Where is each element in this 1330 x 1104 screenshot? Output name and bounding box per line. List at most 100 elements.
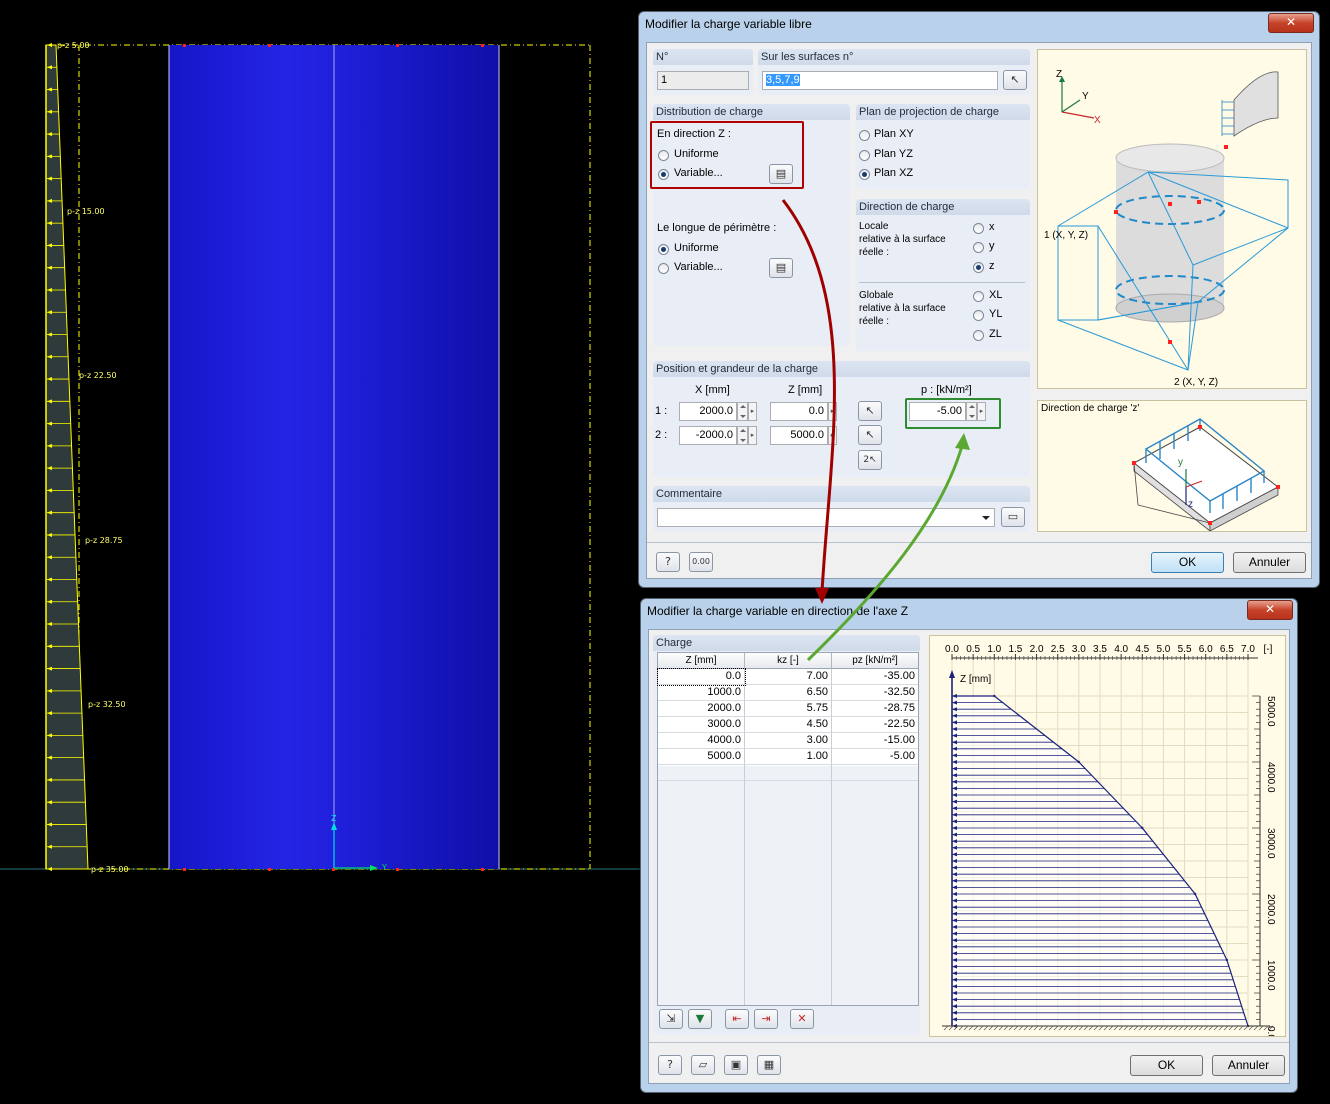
table-tool-button[interactable]: ⇲: [659, 1009, 683, 1029]
dir-y-radio[interactable]: [973, 242, 984, 253]
pick-surfaces-button[interactable]: ↖: [1003, 70, 1027, 90]
ok-button[interactable]: OK: [1151, 552, 1224, 573]
ground-hatch: [973, 1025, 979, 1031]
units-button[interactable]: 0.00: [689, 552, 713, 572]
col-p-header: p : [kN/m²]: [921, 384, 972, 396]
y-tick-label: 5000.0: [1265, 696, 1276, 727]
open-button[interactable]: ▱: [691, 1055, 715, 1075]
col-header-p: pz [kN/m²]: [832, 653, 918, 669]
model-viewport[interactable]: Z Y p-z 5.00 p-z 15.00 p-z 22.50 p-z 28.…: [0, 0, 640, 1104]
append-row-button[interactable]: ⇥: [754, 1009, 778, 1029]
chevron-down-icon[interactable]: [982, 516, 990, 520]
table-cell[interactable]: 1.00: [745, 749, 832, 765]
dir-z-label: z: [989, 260, 995, 272]
table-cell[interactable]: [658, 765, 745, 781]
row1-z-field[interactable]: 0.0: [770, 402, 828, 421]
save-button[interactable]: ▣: [724, 1055, 748, 1075]
plane-xz-radio[interactable]: [859, 169, 870, 180]
row2-pick-button[interactable]: ↖: [858, 425, 882, 445]
table-cell[interactable]: 4000.0: [658, 733, 745, 749]
comment-title: Commentaire: [653, 486, 1030, 502]
row1-x-arrow[interactable]: ▸: [748, 402, 757, 421]
row2-z-field[interactable]: 5000.0: [770, 426, 828, 445]
direction-title: Direction de charge: [856, 199, 1030, 215]
perimeter-variable-radio[interactable]: [658, 263, 669, 274]
ground-hatch: [968, 1025, 974, 1031]
perimeter-variable-edit-button[interactable]: ▤: [769, 258, 793, 278]
insert-row-button[interactable]: ⇤: [725, 1009, 749, 1029]
ground-hatch: [1173, 1025, 1179, 1031]
surfaces-field[interactable]: 3,5,7,9: [762, 71, 998, 90]
dir-yl-radio[interactable]: [973, 310, 984, 321]
data-point: [993, 694, 996, 698]
close-button[interactable]: ✕: [1268, 13, 1314, 33]
comment-field[interactable]: [657, 508, 995, 527]
plane-yz-radio[interactable]: [859, 150, 870, 161]
x-tick-label: 2.5: [1051, 644, 1065, 655]
row1-pick-button[interactable]: ↖: [858, 401, 882, 421]
ground-hatch: [1063, 1025, 1069, 1031]
surfaces-selection: 3,5,7,9: [766, 74, 800, 86]
row2-x-spinner[interactable]: [737, 426, 748, 445]
load-label: p-z 35.00: [91, 865, 129, 874]
table-tool-button[interactable]: ▼: [688, 1009, 712, 1029]
comment-library-button[interactable]: ▭: [1001, 507, 1025, 527]
ground-hatch: [1148, 1025, 1154, 1031]
table-cell[interactable]: [745, 765, 832, 781]
row2-x-arrow[interactable]: ▸: [748, 426, 757, 445]
ground-hatch: [1073, 1025, 1079, 1031]
calculator-button[interactable]: ▦: [757, 1055, 781, 1075]
row2-x-field[interactable]: -2000.0: [679, 426, 737, 445]
table-cell[interactable]: [832, 765, 918, 781]
dir-xl-radio[interactable]: [973, 291, 984, 302]
perimeter-uniforme-radio[interactable]: [658, 244, 669, 255]
ground-hatch: [983, 1025, 989, 1031]
dir-x-radio[interactable]: [973, 223, 984, 234]
close-button[interactable]: ✕: [1247, 600, 1293, 620]
table-cell[interactable]: 5.75: [745, 701, 832, 717]
table-cell[interactable]: -15.00: [832, 733, 918, 749]
plane-yz-label: Plan YZ: [874, 148, 913, 160]
table-cell[interactable]: 1000.0: [658, 685, 745, 701]
table-cell[interactable]: -28.75: [832, 701, 918, 717]
table-cell[interactable]: 7.00: [745, 669, 832, 685]
help-button[interactable]: ?: [658, 1055, 682, 1075]
cancel-button[interactable]: Annuler: [1212, 1055, 1285, 1076]
z-axis-label: Z [mm]: [960, 674, 991, 685]
table-cell[interactable]: 0.0: [657, 668, 746, 686]
table-cell[interactable]: 4.50: [745, 717, 832, 733]
pick-two-points-button[interactable]: 2↖: [858, 450, 882, 470]
plane-xy-radio[interactable]: [859, 130, 870, 141]
dir-zl-radio[interactable]: [973, 330, 984, 341]
row1-x-spinner[interactable]: [737, 402, 748, 421]
table-cell[interactable]: 5000.0: [658, 749, 745, 765]
ground-hatch: [963, 1025, 969, 1031]
ok-button[interactable]: OK: [1130, 1055, 1203, 1076]
row1-x-field[interactable]: 2000.0: [679, 402, 737, 421]
table-cell[interactable]: 3.00: [745, 733, 832, 749]
globale-label: Globale: [859, 290, 894, 301]
table-cell[interactable]: -22.50: [832, 717, 918, 733]
x-tick-label: 6.0: [1199, 644, 1213, 655]
help-button[interactable]: ?: [656, 552, 680, 572]
direction-preview-title: Direction de charge 'z': [1041, 403, 1140, 414]
edit-variable-load-z-dialog: Modifier la charge variable en direction…: [640, 598, 1298, 1093]
dialog-client: N° 1 Sur les surfaces n° 3,5,7,9 ↖ Distr…: [646, 42, 1312, 579]
table-cell[interactable]: -5.00: [832, 749, 918, 765]
table-cell[interactable]: 6.50: [745, 685, 832, 701]
row2-z-arrow[interactable]: ▸: [828, 426, 837, 445]
ground-hatch: [1218, 1025, 1224, 1031]
table-cell[interactable]: 2000.0: [658, 701, 745, 717]
cancel-button[interactable]: Annuler: [1233, 552, 1306, 573]
number-field[interactable]: 1: [657, 71, 749, 90]
dir-z-radio[interactable]: [973, 262, 984, 273]
delete-row-button[interactable]: ✕: [790, 1009, 814, 1029]
dir-zl-label: ZL: [989, 328, 1002, 340]
row1-z-arrow[interactable]: ▸: [828, 402, 837, 421]
table-cell[interactable]: -32.50: [832, 685, 918, 701]
table-cell[interactable]: 3000.0: [658, 717, 745, 733]
ground-hatch: [1153, 1025, 1159, 1031]
table-cell[interactable]: -35.00: [832, 669, 918, 685]
ground-hatch: [1118, 1025, 1124, 1031]
preview-point-2: 2 (X, Y, Z): [1174, 377, 1219, 388]
